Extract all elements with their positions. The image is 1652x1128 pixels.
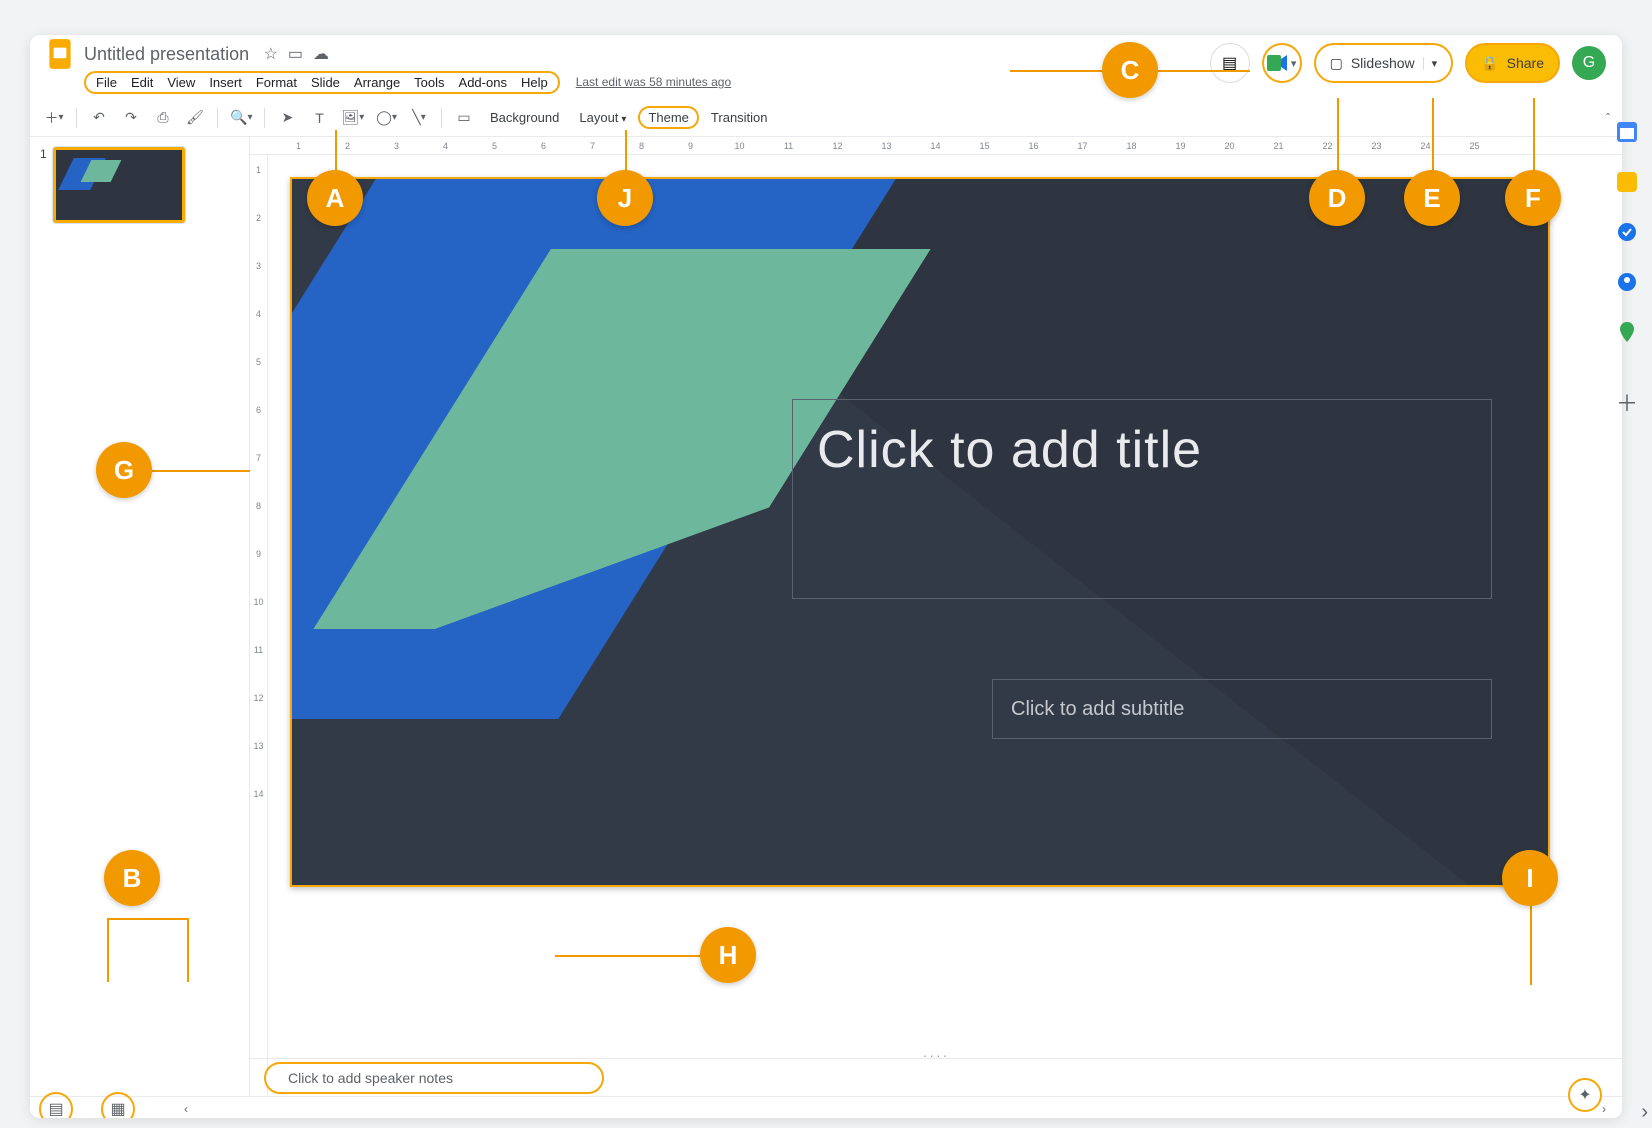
background-button[interactable]: Background (482, 110, 567, 125)
comment-tool[interactable]: ▭ (450, 104, 478, 132)
line-tool[interactable]: ╲ ▾ (405, 104, 433, 132)
slide-canvas[interactable]: Click to add title Click to add subtitle (290, 177, 1550, 887)
new-slide-button[interactable]: ＋▾ (40, 104, 68, 132)
slideshow-button[interactable]: ▢ Slideshow ▾ (1314, 43, 1454, 83)
last-edit-link[interactable]: Last edit was 58 minutes ago (576, 75, 731, 89)
callout-B: B (104, 850, 160, 906)
move-icon[interactable]: ▭ (288, 44, 303, 64)
grid-icon: ▦ (110, 1099, 125, 1119)
callout-H: H (700, 927, 756, 983)
sidepanel-expand-button[interactable]: › (1602, 1102, 1606, 1116)
separator (217, 108, 218, 128)
plus-icon: ＋ (1616, 386, 1638, 418)
separator (441, 108, 442, 128)
filmstrip-icon: ▤ (48, 1099, 63, 1119)
vertical-ruler: 1234567891011121314 (250, 155, 268, 1118)
menu-slide[interactable]: Slide (311, 75, 340, 90)
menu-help[interactable]: Help (521, 75, 548, 90)
horizontal-ruler: 1234567891011121314151617181920212223242… (250, 137, 1622, 155)
slideshow-label: Slideshow (1351, 55, 1415, 71)
menu-arrange[interactable]: Arrange (354, 75, 400, 90)
undo-button[interactable]: ↶ (85, 104, 113, 132)
menu-addons[interactable]: Add-ons (459, 75, 507, 90)
document-title[interactable]: Untitled presentation (84, 44, 249, 65)
callout-F: F (1505, 170, 1561, 226)
sidepanel-collapse-button[interactable]: › (1641, 1101, 1648, 1124)
separator (264, 108, 265, 128)
meet-button[interactable]: ▾ (1262, 43, 1302, 83)
image-tool[interactable]: 🖼 ▾ (337, 104, 368, 132)
chevron-down-icon: ▾ (58, 112, 63, 123)
filmstrip-view-button[interactable]: ▤ (40, 1098, 72, 1119)
shape-tool[interactable]: ◯ ▾ (372, 104, 401, 132)
avatar-letter: G (1583, 54, 1595, 72)
share-label: Share (1507, 55, 1544, 71)
maps-addon-icon[interactable] (1615, 320, 1639, 344)
transition-button[interactable]: Transition (703, 110, 776, 125)
theme-button[interactable]: Theme (638, 106, 698, 129)
account-avatar[interactable]: G (1572, 46, 1606, 80)
callout-C: C (1102, 42, 1158, 98)
menubar: File Edit View Insert Format Slide Arran… (84, 71, 560, 94)
callout-A: A (307, 170, 363, 226)
grid-view-button[interactable]: ▦ (102, 1098, 134, 1119)
filmstrip: 1 (30, 137, 250, 1118)
slide-number: 1 (40, 147, 47, 223)
zoom-button[interactable]: 🔍 ▾ (226, 104, 256, 132)
print-button[interactable]: ⎙ (149, 104, 177, 132)
menu-view[interactable]: View (167, 75, 195, 90)
textbox-tool[interactable]: T (305, 104, 333, 132)
chevron-down-icon: ▾ (421, 112, 426, 123)
redo-button[interactable]: ↷ (117, 104, 145, 132)
title-placeholder[interactable]: Click to add title (792, 399, 1492, 599)
filmstrip-collapse-button[interactable]: ‹ (184, 1102, 188, 1116)
contacts-addon-icon[interactable] (1615, 270, 1639, 294)
separator (76, 108, 77, 128)
select-tool[interactable]: ➤ (273, 104, 301, 132)
callout-E: E (1404, 170, 1460, 226)
explore-button[interactable]: ✦ (1568, 1078, 1602, 1112)
star-icon[interactable]: ☆ (264, 44, 278, 64)
paint-format-button[interactable]: 🖌 (181, 104, 209, 132)
get-addons-button[interactable]: ＋ (1615, 390, 1639, 414)
chevron-down-icon: ▾ (247, 112, 252, 123)
cloud-status-icon[interactable]: ☁ (313, 44, 329, 64)
share-button[interactable]: 🔒 Share (1465, 43, 1560, 83)
keep-addon-icon[interactable] (1615, 170, 1639, 194)
bottom-bar: ▤ ▦ ‹ › ✦ (30, 1096, 1622, 1118)
lock-icon: 🔒 (1481, 55, 1498, 72)
tasks-addon-icon[interactable] (1615, 220, 1639, 244)
menu-insert[interactable]: Insert (209, 75, 242, 90)
chevron-down-icon: ▾ (359, 112, 364, 123)
chevron-down-icon: ▾ (392, 112, 397, 123)
calendar-addon-icon[interactable] (1615, 120, 1639, 144)
callout-D: D (1309, 170, 1365, 226)
speaker-notes-input[interactable]: Click to add speaker notes (264, 1062, 604, 1094)
menu-tools[interactable]: Tools (414, 75, 444, 90)
explore-icon: ✦ (1578, 1085, 1591, 1105)
hide-menus-button[interactable]: ˆ (1606, 111, 1610, 125)
slides-logo-icon[interactable] (42, 36, 78, 72)
menu-file[interactable]: File (96, 75, 117, 90)
layout-label: Layout (579, 110, 618, 125)
subtitle-placeholder[interactable]: Click to add subtitle (992, 679, 1492, 739)
present-icon: ▢ (1330, 55, 1343, 72)
menu-format[interactable]: Format (256, 75, 297, 90)
slide-thumbnail[interactable] (53, 147, 185, 223)
side-panel: ＋ (1612, 120, 1642, 414)
callout-J: J (597, 170, 653, 226)
chevron-down-icon: ▾ (621, 114, 626, 125)
callout-G: G (96, 442, 152, 498)
callout-I: I (1502, 850, 1558, 906)
toolbar: ＋▾ ↶ ↷ ⎙ 🖌 🔍 ▾ ➤ T 🖼 ▾ ◯ ▾ ╲ ▾ ▭ Backgro… (30, 99, 1622, 137)
canvas-area: 1234567891011121314151617181920212223242… (250, 137, 1622, 1118)
chevron-down-icon: ▾ (1423, 57, 1438, 70)
comments-button[interactable]: ▤ (1210, 43, 1250, 83)
menu-edit[interactable]: Edit (131, 75, 153, 90)
layout-button[interactable]: Layout▾ (571, 110, 634, 125)
chevron-down-icon: ▾ (1291, 57, 1297, 70)
plus-icon: ＋ (44, 108, 58, 128)
